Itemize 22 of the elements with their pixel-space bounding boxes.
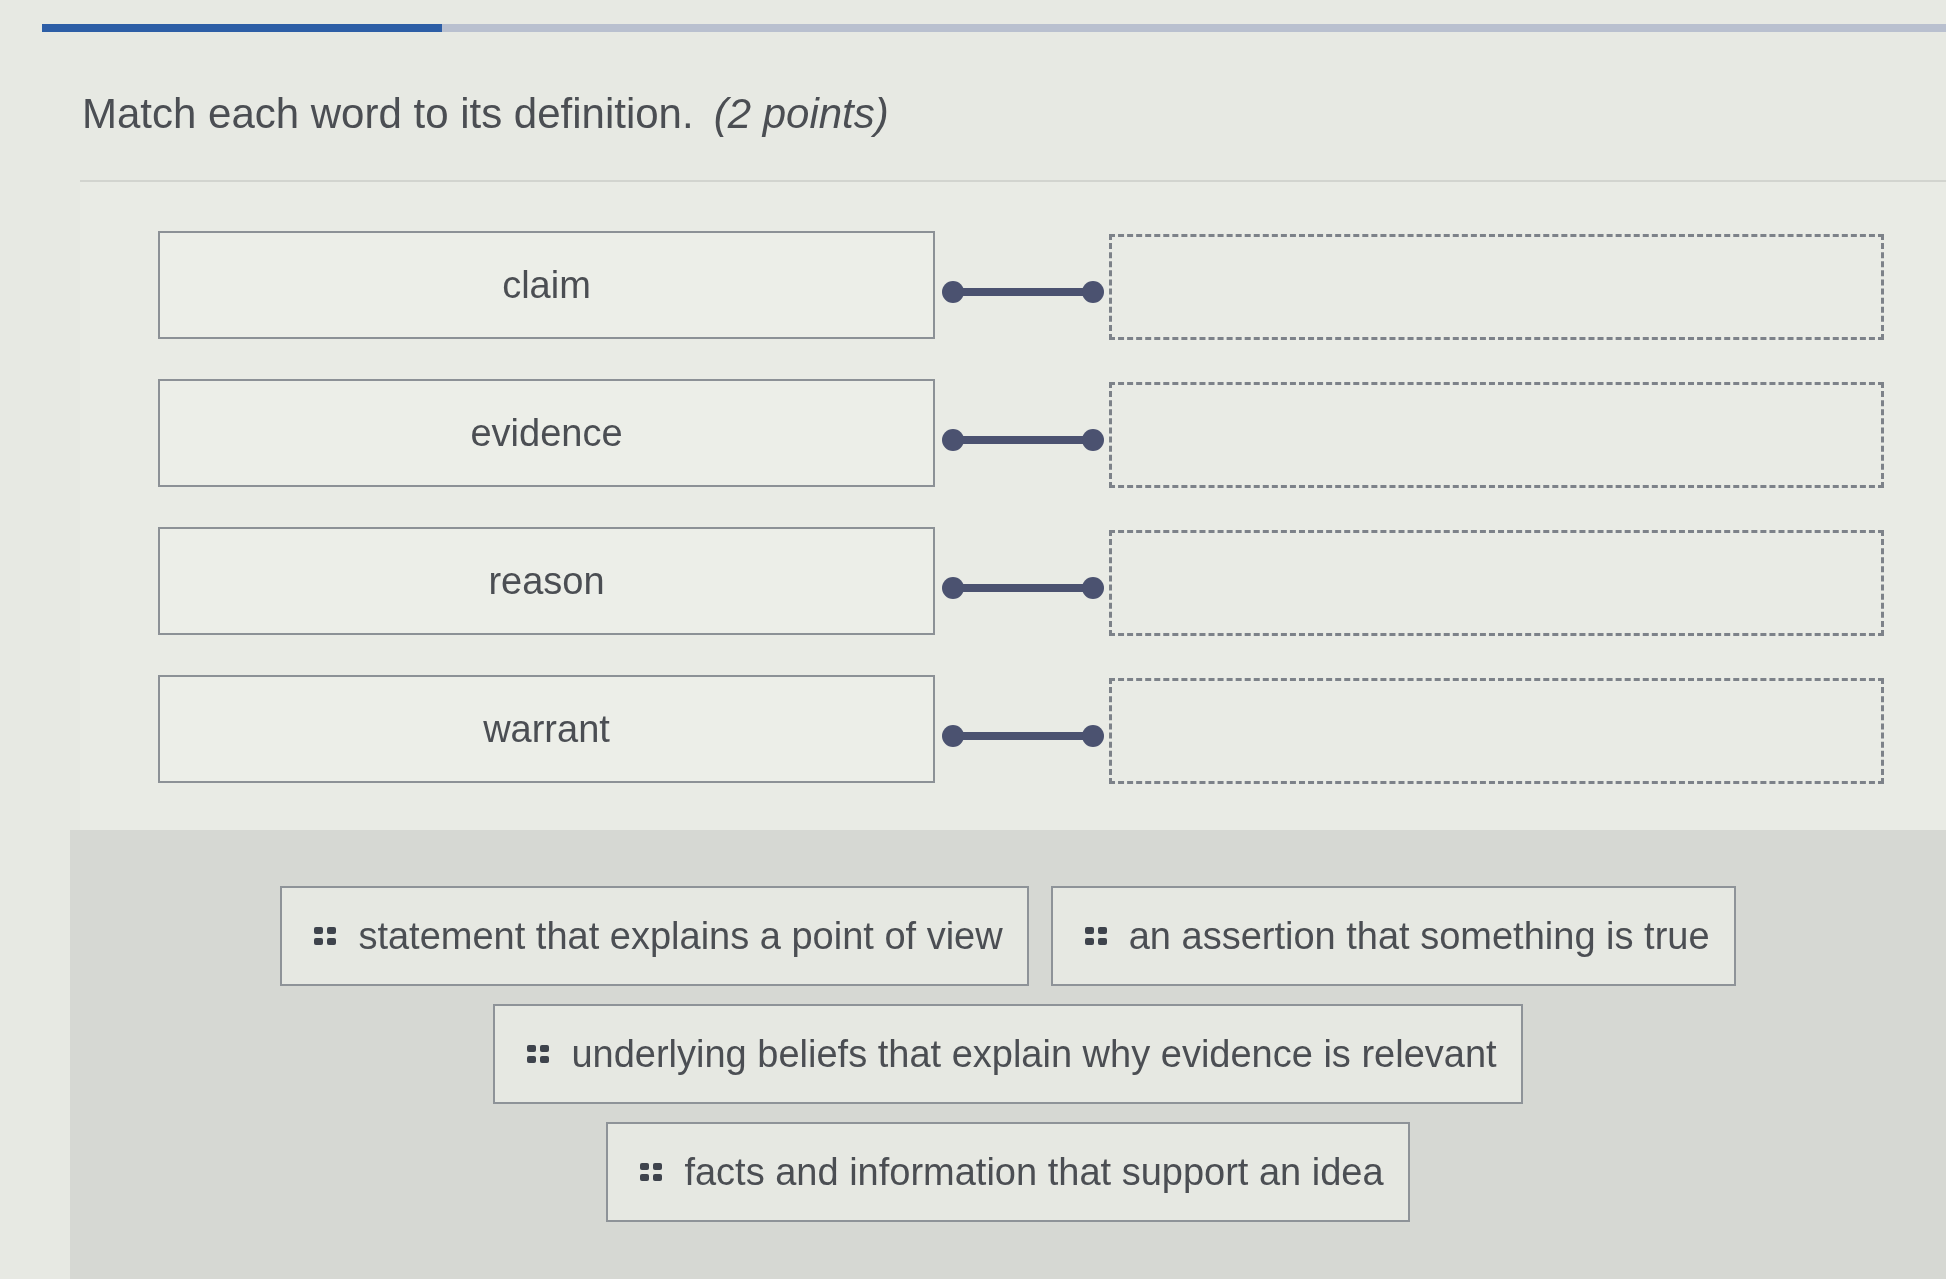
connector-icon: [941, 280, 1105, 304]
connector-icon: [941, 724, 1105, 748]
drag-handle-icon: [314, 926, 337, 946]
connector-icon: [941, 428, 1105, 452]
answer-tile[interactable]: statement that explains a point of view: [280, 886, 1029, 986]
drop-target-box[interactable]: [1109, 678, 1884, 784]
answer-tile[interactable]: an assertion that something is true: [1050, 886, 1736, 986]
term-label: claim: [502, 263, 591, 307]
answer-tile[interactable]: underlying beliefs that explain why evidence is relevant: [493, 1004, 1523, 1104]
question-text: Match each word to its definition.: [82, 90, 694, 137]
drop-target-box[interactable]: [1109, 530, 1884, 636]
term-label: reason: [488, 559, 605, 603]
connector-icon: [941, 576, 1105, 600]
drop-target-box[interactable]: [1109, 382, 1884, 488]
term-label: warrant: [483, 707, 610, 751]
drag-handle-icon: [527, 1044, 550, 1064]
answer-tile[interactable]: facts and information that support an idea: [606, 1122, 1410, 1222]
term-label: evidence: [470, 411, 623, 455]
drag-handle-icon: [640, 1162, 663, 1182]
points-label: (2 points): [713, 90, 889, 137]
drag-handle-icon: [1084, 926, 1107, 946]
drop-target-box[interactable]: [1109, 234, 1884, 340]
